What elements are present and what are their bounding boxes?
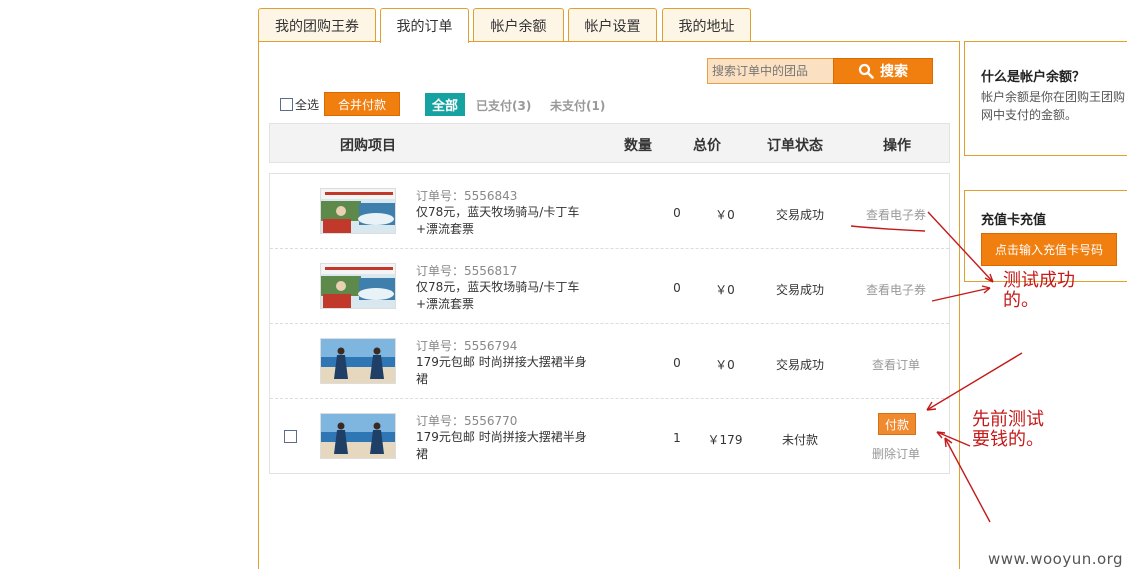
search-button-label: 搜索 <box>880 64 908 80</box>
select-all[interactable]: 全选 <box>280 96 319 113</box>
product-thumbnail-water-park[interactable] <box>320 263 396 309</box>
order-qty: 0 <box>673 206 681 220</box>
watermark: www.wooyun.org <box>988 550 1124 568</box>
order-price: ￥0 <box>715 283 735 297</box>
success-note-line2: 的。 <box>1003 290 1039 311</box>
header-total: 总价 <box>693 138 721 154</box>
search-icon <box>858 63 874 79</box>
recharge-card-button[interactable]: 点击输入充值卡号码 <box>981 233 1117 266</box>
tab-account-settings[interactable]: 帐户设置 <box>568 8 657 42</box>
order-select-checkbox[interactable] <box>284 430 297 443</box>
view-voucher-link[interactable]: 查看电子券 <box>856 206 936 223</box>
order-status: 交易成功 <box>775 283 824 297</box>
order-price: ￥0 <box>715 208 735 222</box>
order-status: 交易成功 <box>775 208 824 222</box>
select-all-checkbox[interactable] <box>280 98 293 111</box>
product-thumbnail-beach-dress[interactable] <box>320 413 396 459</box>
tab-my-orders[interactable]: 我的订单 <box>380 8 469 43</box>
product-thumbnail-beach-dress[interactable] <box>320 338 396 384</box>
order-number: 订单号：5556770 <box>416 414 518 428</box>
select-all-label: 全选 <box>295 98 320 112</box>
header-status: 订单状态 <box>767 138 823 154</box>
cost-note: 先前测试 要钱的。 <box>972 410 1044 450</box>
header-action: 操作 <box>883 138 911 154</box>
success-note: 测试成功 的。 <box>1003 271 1075 311</box>
filter-all[interactable]: 全部 <box>425 93 465 116</box>
order-row: 订单号：5556770 179元包邮 时尚拼接大摆裙半身裙 1 ￥179 未付款… <box>270 399 949 474</box>
order-title-link[interactable]: 179元包邮 时尚拼接大摆裙半身裙 <box>416 429 596 463</box>
product-thumbnail-water-park[interactable] <box>320 188 396 234</box>
balance-info-text: 帐户余额是你在团购王团购网中支付的金额。 <box>981 88 1127 124</box>
tab-my-vouchers[interactable]: 我的团购王券 <box>258 8 376 42</box>
delete-order-link[interactable]: 删除订单 <box>856 445 936 462</box>
cost-note-line2: 要钱的。 <box>972 429 1044 450</box>
header-item: 团购项目 <box>340 138 396 154</box>
search-button[interactable]: 搜索 <box>833 58 933 84</box>
order-price: ￥179 <box>707 433 743 447</box>
order-qty: 0 <box>673 356 681 370</box>
order-number: 订单号：5556817 <box>416 264 518 278</box>
order-search-input[interactable] <box>707 58 834 84</box>
order-title-link[interactable]: 仅78元，蓝天牧场骑马/卡丁车+漂流套票 <box>416 204 596 238</box>
balance-info-panel: 什么是帐户余额？ 帐户余额是你在团购王团购网中支付的金额。 <box>964 41 1127 156</box>
order-qty: 0 <box>673 281 681 295</box>
filter-paid[interactable]: 已支付(3) <box>476 97 531 114</box>
order-title-link[interactable]: 179元包邮 时尚拼接大摆裙半身裙 <box>416 354 596 388</box>
view-voucher-link[interactable]: 查看电子券 <box>856 281 936 298</box>
filter-unpaid[interactable]: 未支付(1) <box>550 97 605 114</box>
pay-button[interactable]: 付款 <box>878 413 916 435</box>
order-qty: 1 <box>673 431 681 445</box>
recharge-card-title: 充值卡充值 <box>981 213 1047 228</box>
cost-note-line1: 先前测试 <box>972 409 1044 430</box>
tab-my-address[interactable]: 我的地址 <box>662 8 751 42</box>
order-row: 订单号：5556817 仅78元，蓝天牧场骑马/卡丁车+漂流套票 0 ￥0 交易… <box>270 249 949 324</box>
order-number: 订单号：5556794 <box>416 339 518 353</box>
order-price: ￥0 <box>715 358 735 372</box>
order-title-link[interactable]: 仅78元，蓝天牧场骑马/卡丁车+漂流套票 <box>416 279 596 313</box>
view-order-link[interactable]: 查看订单 <box>856 356 936 373</box>
order-status: 交易成功 <box>775 358 824 372</box>
success-note-line1: 测试成功 <box>1003 270 1075 291</box>
balance-info-text-content: 帐户余额是你在团购王团购网中支付的金额。 <box>981 90 1126 122</box>
order-row: 订单号：5556794 179元包邮 时尚拼接大摆裙半身裙 0 ￥0 交易成功 … <box>270 324 949 399</box>
header-qty: 数量 <box>624 138 652 154</box>
order-number: 订单号：5556843 <box>416 189 518 203</box>
balance-info-title: 什么是帐户余额？ <box>981 70 1086 85</box>
order-list: 订单号：5556843 仅78元，蓝天牧场骑马/卡丁车+漂流套票 0 ￥0 交易… <box>269 173 950 474</box>
merge-pay-button[interactable]: 合并付款 <box>324 92 400 116</box>
order-status: 未付款 <box>781 433 818 447</box>
tab-account-balance[interactable]: 帐户余额 <box>473 8 564 42</box>
order-row: 订单号：5556843 仅78元，蓝天牧场骑马/卡丁车+漂流套票 0 ￥0 交易… <box>270 174 949 249</box>
order-table-header: 团购项目 数量 总价 订单状态 操作 <box>269 123 950 163</box>
